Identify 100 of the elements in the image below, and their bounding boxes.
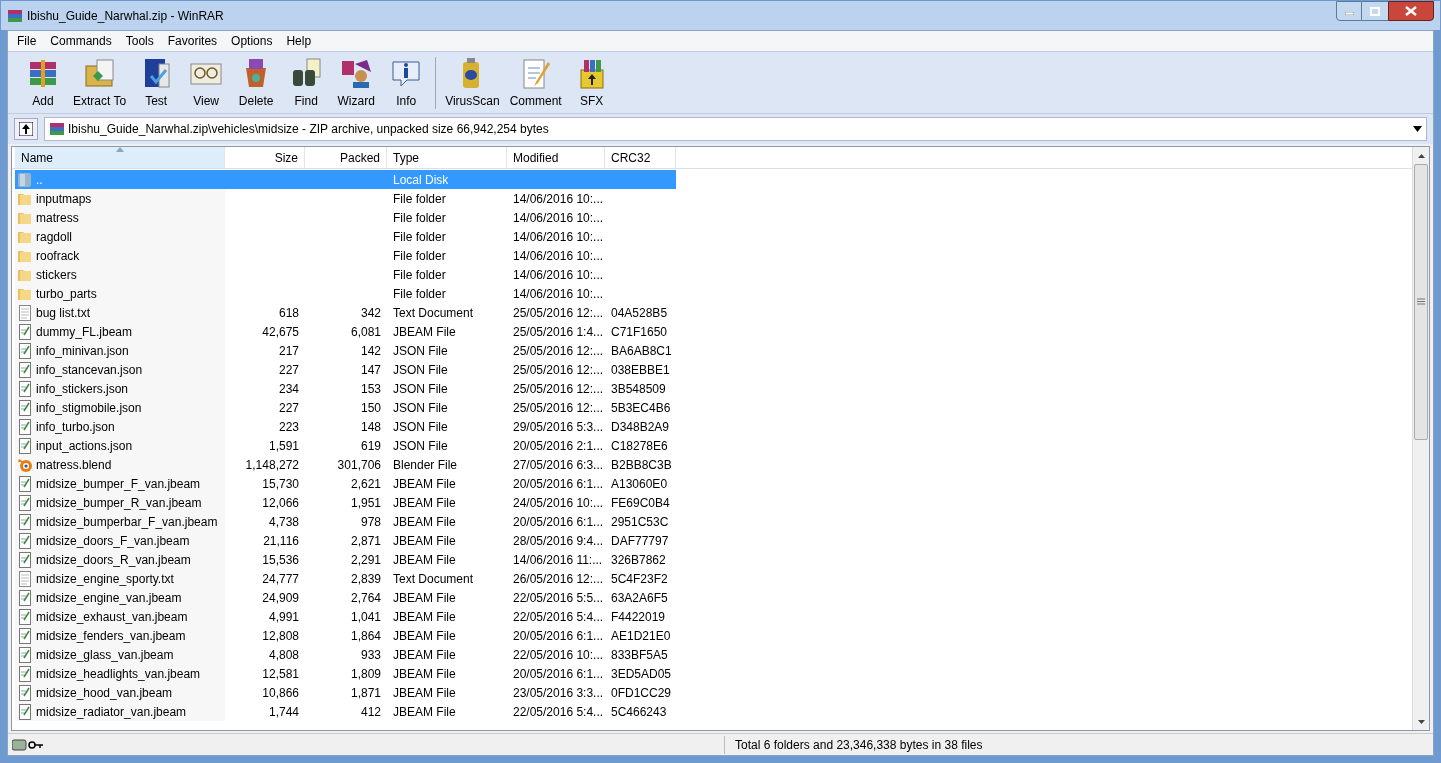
toolbar-button[interactable]: SFX	[566, 55, 617, 110]
up-folder-button[interactable]	[14, 118, 38, 140]
document-icon	[17, 684, 33, 701]
table-cell-text: 2,871	[350, 532, 381, 550]
table-cell-text: 27/05/2016 6:3...	[513, 456, 604, 474]
table-cell-text: 6,081	[350, 323, 381, 341]
file-row[interactable]: matress.blend 1,148,272 301,706 Blender File 27/05/2016 6:3... B2BB8C3B	[15, 455, 676, 474]
file-row[interactable]: midsize_doors_F_van.jbeam 21,116 2,871 JBEAM File 28/05/2016 9:4... DAF77797	[15, 531, 676, 550]
table-cell-text: JSON File	[393, 342, 448, 360]
file-row[interactable]: info_minivan.json 217 142 JSON File 25/05/2016 12:... BA6AB8C1	[15, 341, 676, 360]
table-cell-text: Local Disk	[393, 171, 449, 189]
document-icon	[17, 380, 33, 397]
status-text: Total 6 folders and 23,346,338 bytes in 38 files	[724, 735, 983, 754]
close-button[interactable]	[1388, 1, 1434, 21]
file-row[interactable]: stickers File folder 14/06/2016 10:...	[15, 265, 676, 284]
column-header[interactable]: Modified	[507, 147, 605, 168]
table-cell-text: 234	[278, 380, 299, 398]
address-field[interactable]: Ibishu_Guide_Narwhal.zip\vehicles\midsize - ZIP archive, unpacked size 66,942,254 bytes	[44, 117, 1427, 141]
blender-icon	[17, 456, 33, 473]
scrollbar[interactable]	[1412, 147, 1429, 730]
table-cell-text: midsize_glass_van.jbeam	[36, 646, 174, 664]
column-header[interactable]: Size	[225, 147, 305, 168]
file-row[interactable]: input_actions.json 1,591 619 JSON File 20/05/2016 2:1... C18278E6	[15, 436, 676, 455]
file-row[interactable]: midsize_doors_R_van.jbeam 15,536 2,291 JBEAM File 14/06/2016 11:... 326B7862	[15, 550, 676, 569]
column-header[interactable]: Packed	[305, 147, 387, 168]
document-icon	[17, 342, 33, 359]
minimize-button[interactable]	[1336, 1, 1362, 21]
toolbar-button[interactable]: Comment	[504, 55, 567, 110]
drive-icon	[17, 171, 33, 188]
table-cell-text: midsize_bumper_F_van.jbeam	[36, 475, 201, 493]
table-cell-text: 42,675	[262, 323, 299, 341]
file-row[interactable]: ragdoll File folder 14/06/2016 10:...	[15, 227, 676, 246]
file-row[interactable]: info_stancevan.json 227 147 JSON File 25/05/2016 12:... 038EBBE1	[15, 360, 676, 379]
file-row[interactable]: inputmaps File folder 14/06/2016 10:...	[15, 189, 676, 208]
table-cell-text: 25/05/2016 12:...	[513, 399, 604, 417]
table-cell-text: JBEAM File	[393, 684, 456, 702]
table-cell-text: JBEAM File	[393, 646, 456, 664]
file-row[interactable]: matress File folder 14/06/2016 10:...	[15, 208, 676, 227]
table-cell-text: 14/06/2016 10:...	[513, 247, 604, 265]
table-cell-text: 20/05/2016 6:1...	[513, 475, 604, 493]
menu-item[interactable]: File	[10, 32, 44, 50]
toolbar-button[interactable]: VirusScan	[440, 55, 505, 110]
table-cell-text: 1,809	[350, 665, 381, 683]
table-cell-text: midsize_bumperbar_F_van.jbeam	[36, 513, 218, 531]
column-header[interactable]: CRC32	[605, 147, 676, 168]
table-cell-text: 147	[360, 361, 381, 379]
file-row[interactable]: dummy_FL.jbeam 42,675 6,081 JBEAM File 25/05/2016 1:4... C71F1650	[15, 322, 676, 341]
document-icon	[17, 703, 33, 720]
column-header[interactable]: Name	[15, 147, 225, 168]
sort-arrow-icon	[116, 147, 124, 152]
toolbar-button[interactable]: Info	[381, 55, 432, 110]
toolbar-button[interactable]: Wizard	[331, 55, 382, 110]
file-row[interactable]: midsize_engine_van.jbeam 24,909 2,764 JBEAM File 22/05/2016 5:5... 63A2A6F5	[15, 588, 676, 607]
table-cell-text: midsize_doors_F_van.jbeam	[36, 532, 190, 550]
file-row[interactable]: midsize_hood_van.jbeam 10,866 1,871 JBEAM File 23/05/2016 3:3... 0FD1CC29	[15, 683, 676, 702]
file-row[interactable]: midsize_bumperbar_F_van.jbeam 4,738 978 JBEAM File 20/05/2016 6:1... 2951C53C	[15, 512, 676, 531]
menu-item[interactable]: Tools	[118, 32, 161, 50]
file-row[interactable]: midsize_bumper_R_van.jbeam 12,066 1,951 JBEAM File 24/05/2016 10:... FE69C0B4	[15, 493, 676, 512]
file-row[interactable]: info_turbo.json 223 148 JSON File 29/05/2016 5:3... D348B2A9	[15, 417, 676, 436]
maximize-button[interactable]	[1362, 1, 1388, 21]
file-row[interactable]: roofrack File folder 14/06/2016 10:...	[15, 246, 676, 265]
table-cell-text: 22/05/2016 10:...	[513, 646, 604, 664]
file-row[interactable]: bug list.txt 618 342 Text Document 25/05/2016 12:... 04A528B5	[15, 303, 676, 322]
file-row[interactable]: midsize_bumper_F_van.jbeam 15,730 2,621 JBEAM File 20/05/2016 6:1... A13060E0	[15, 474, 676, 493]
table-cell-text: BA6AB8C1	[611, 342, 672, 360]
toolbar-button[interactable]: Find	[281, 55, 332, 110]
table-cell-text: 25/05/2016 1:4...	[513, 323, 604, 341]
table-cell-text: 14/06/2016 10:...	[513, 285, 604, 303]
file-row[interactable]: midsize_radiator_van.jbeam 1,744 412 JBEAM File 22/05/2016 5:4... 5C466243	[15, 702, 676, 721]
file-row[interactable]: midsize_engine_sporty.txt 24,777 2,839 Text Document 26/05/2016 12:... 5C4F23F2	[15, 569, 676, 588]
menu-item[interactable]: Commands	[43, 32, 119, 50]
column-header[interactable]: Type	[387, 147, 507, 168]
file-row[interactable]: midsize_glass_van.jbeam 4,808 933 JBEAM File 22/05/2016 10:... 833BF5A5	[15, 645, 676, 664]
table-cell-text: 978	[360, 513, 381, 531]
table-cell-text: 29/05/2016 5:3...	[513, 418, 604, 436]
table-cell-text: 22/05/2016 5:4...	[513, 608, 604, 626]
table-cell-text: 23/05/2016 3:3...	[513, 684, 604, 702]
toolbar-button[interactable]: Delete	[231, 55, 282, 110]
file-row[interactable]: midsize_exhaust_van.jbeam 4,991 1,041 JBEAM File 22/05/2016 5:4... F4422019	[15, 607, 676, 626]
table-cell-text: 10,866	[262, 684, 299, 702]
table-cell-text: 1,591	[268, 437, 299, 455]
table-cell-text: 1,744	[268, 703, 299, 721]
table-cell-text: info_stancevan.json	[36, 361, 143, 379]
table-cell-text: 20/05/2016 6:1...	[513, 513, 604, 531]
toolbar-button[interactable]: Test	[131, 55, 182, 110]
menu-item[interactable]: Help	[279, 32, 319, 50]
toolbar-button[interactable]: Add	[18, 55, 68, 110]
toolbar-button[interactable]: Extract To	[68, 55, 132, 110]
toolbar-button[interactable]: View	[181, 55, 232, 110]
table-cell-text: info_stigmobile.json	[36, 399, 142, 417]
document-icon	[17, 551, 33, 568]
table-cell-text: 326B7862	[611, 551, 666, 569]
file-row[interactable]: info_stickers.json 234 153 JSON File 25/05/2016 12:... 3B548509	[15, 379, 676, 398]
menu-item[interactable]: Favorites	[160, 32, 225, 50]
table-cell-text: C18278E6	[611, 437, 668, 455]
file-row[interactable]: midsize_headlights_van.jbeam 12,581 1,809 JBEAM File 20/05/2016 6:1... 3ED5AD05	[15, 664, 676, 683]
menu-item[interactable]: Options	[224, 32, 280, 50]
file-row[interactable]: turbo_parts File folder 14/06/2016 10:...	[15, 284, 676, 303]
file-row[interactable]: info_stigmobile.json 227 150 JSON File 25/05/2016 12:... 5B3EC4B6	[15, 398, 676, 417]
file-row[interactable]: midsize_fenders_van.jbeam 12,808 1,864 JBEAM File 20/05/2016 6:1... AE1D21E0	[15, 626, 676, 645]
